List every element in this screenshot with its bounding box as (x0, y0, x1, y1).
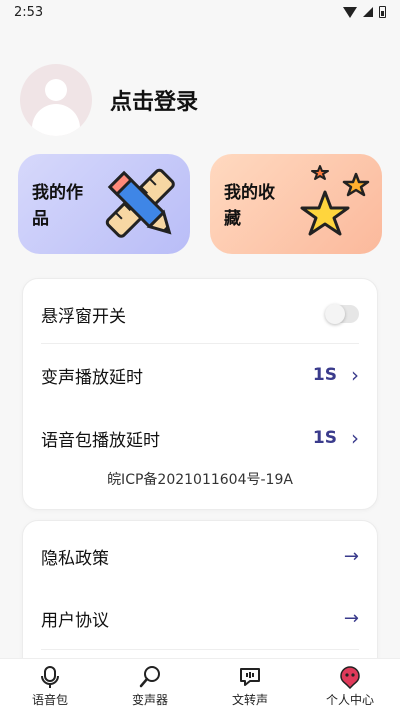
voice-change-delay-value: 1S (312, 365, 337, 385)
voice-pack-delay-value: 1S (312, 428, 337, 448)
settings-panel: 悬浮窗开关 变声播放延时 1S › 语音包播放延时 1S › 皖ICP备2021… (22, 278, 378, 510)
signal-icon (363, 7, 373, 17)
float-window-label: 悬浮窗开关 (41, 306, 126, 327)
links-panel: 隐私政策 → 用户协议 → (22, 520, 378, 680)
arrow-right-icon: → (343, 545, 359, 567)
privacy-policy-row[interactable]: 隐私政策 → (23, 527, 377, 585)
status-time: 2:53 (14, 4, 44, 20)
tab-label: 变声器 (131, 693, 168, 707)
text-to-speech-icon (240, 668, 260, 686)
user-agreement-label: 用户协议 (41, 610, 109, 631)
my-favorites-card[interactable]: 我的收藏 (210, 154, 382, 254)
user-avatar-icon[interactable] (20, 64, 92, 136)
tab-label: 语音包 (31, 693, 68, 707)
stars-icon (300, 165, 370, 236)
tab-voice-pack[interactable]: 语音包 (0, 659, 100, 712)
pencil-ruler-icon (105, 168, 175, 238)
chevron-right-icon: › (351, 426, 359, 450)
chevron-right-icon: › (351, 363, 359, 387)
icp-license: 皖ICP备2021011604号-19A (107, 472, 293, 488)
privacy-policy-label: 隐私政策 (41, 548, 109, 569)
profile-header[interactable]: 点击登录 (20, 64, 198, 136)
arrow-right-icon: → (343, 607, 359, 629)
tab-text-to-speech[interactable]: 文转声 (200, 659, 300, 712)
divider (41, 649, 359, 650)
wifi-icon (343, 6, 357, 18)
voice-change-delay-label: 变声播放延时 (41, 367, 143, 388)
my-works-card[interactable]: 我的作品 (18, 154, 190, 254)
user-agreement-row[interactable]: 用户协议 → (23, 589, 377, 647)
voice-change-delay-row[interactable]: 变声播放延时 1S › (23, 346, 377, 404)
divider (41, 343, 359, 344)
tab-voice-changer[interactable]: 变声器 (100, 659, 200, 712)
tab-label: 个人中心 (325, 693, 374, 707)
status-bar: 2:53 (0, 0, 400, 24)
bottom-tab-bar: 语音包 变声器 文转声 个人中心 (0, 658, 400, 712)
login-label[interactable]: 点击登录 (110, 84, 198, 116)
battery-icon (379, 6, 386, 18)
float-window-toggle[interactable] (325, 304, 359, 324)
my-works-label: 我的作品 (32, 183, 83, 229)
voice-pack-delay-label: 语音包播放延时 (41, 430, 160, 451)
status-icons (343, 6, 386, 18)
my-favorites-label: 我的收藏 (224, 183, 275, 229)
float-window-row[interactable]: 悬浮窗开关 (23, 285, 377, 343)
voice-changer-icon (139, 666, 160, 688)
microphone-icon (41, 666, 59, 688)
tab-label: 文转声 (231, 693, 268, 707)
shortcut-cards: 我的作品 我的收藏 (18, 154, 382, 254)
voice-pack-delay-row[interactable]: 语音包播放延时 1S › (23, 409, 377, 467)
profile-icon (340, 666, 360, 689)
tab-profile[interactable]: 个人中心 (300, 659, 400, 712)
